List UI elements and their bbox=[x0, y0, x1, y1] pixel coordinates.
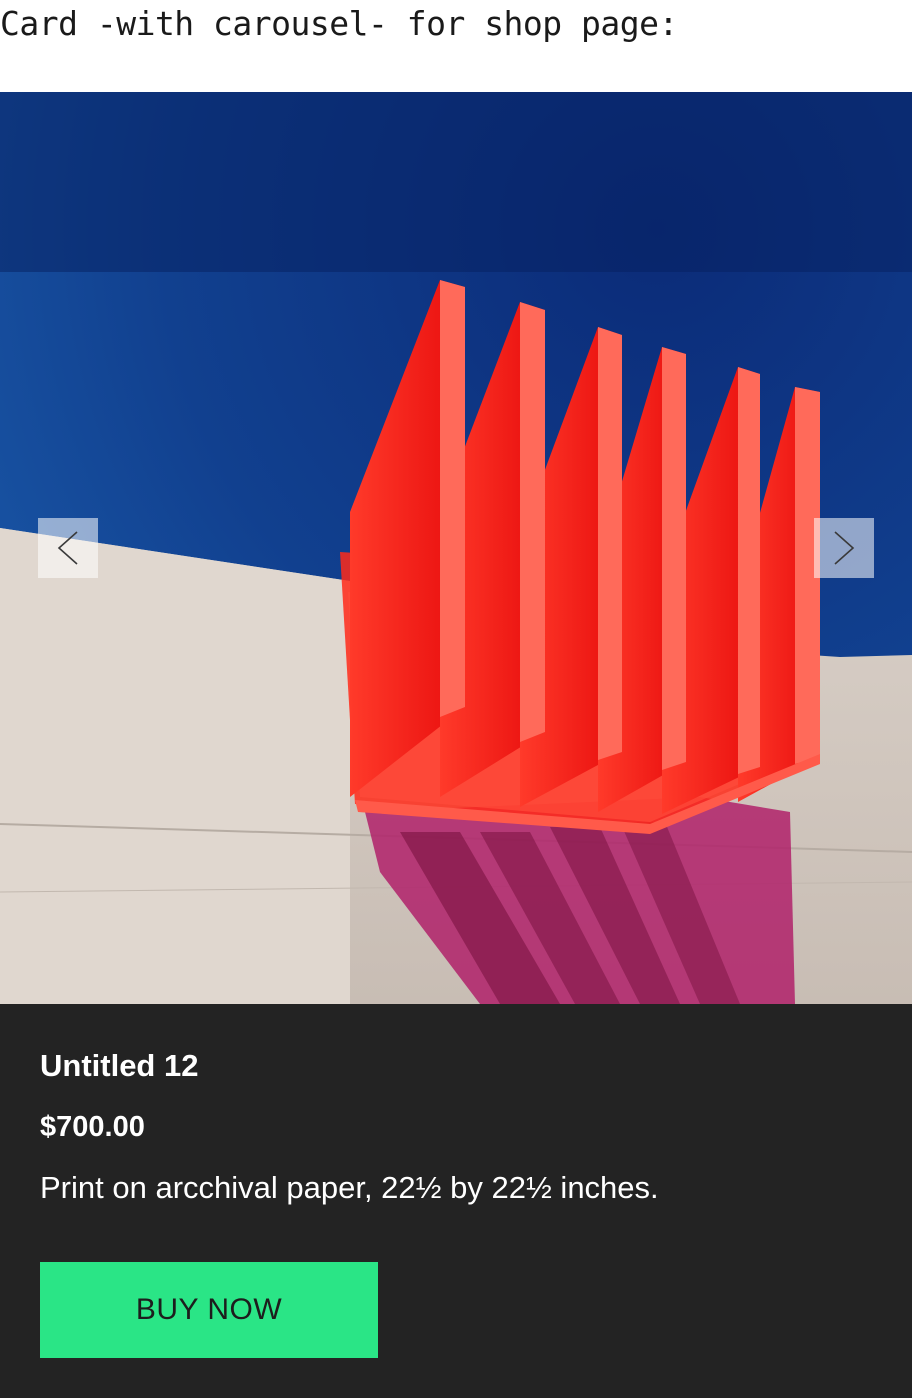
page-heading: Card -with carousel- for shop page: bbox=[0, 4, 678, 43]
buy-now-button[interactable]: BUY NOW bbox=[40, 1262, 378, 1358]
product-description: Print on arcchival paper, 22½ by 22½ inc… bbox=[40, 1170, 659, 1205]
product-carousel[interactable] bbox=[0, 92, 912, 1004]
carousel-prev-button[interactable] bbox=[38, 518, 98, 578]
carousel-next-button[interactable] bbox=[814, 518, 874, 578]
product-info: Untitled 12 $700.00 Print on arcchival p… bbox=[0, 1004, 912, 1398]
product-card: Untitled 12 $700.00 Print on arcchival p… bbox=[0, 92, 912, 1398]
product-image bbox=[0, 92, 912, 1004]
chevron-right-icon bbox=[834, 531, 855, 565]
product-price: $700.00 bbox=[40, 1111, 145, 1143]
product-title: Untitled 12 bbox=[40, 1048, 199, 1083]
chevron-left-icon bbox=[57, 531, 78, 565]
